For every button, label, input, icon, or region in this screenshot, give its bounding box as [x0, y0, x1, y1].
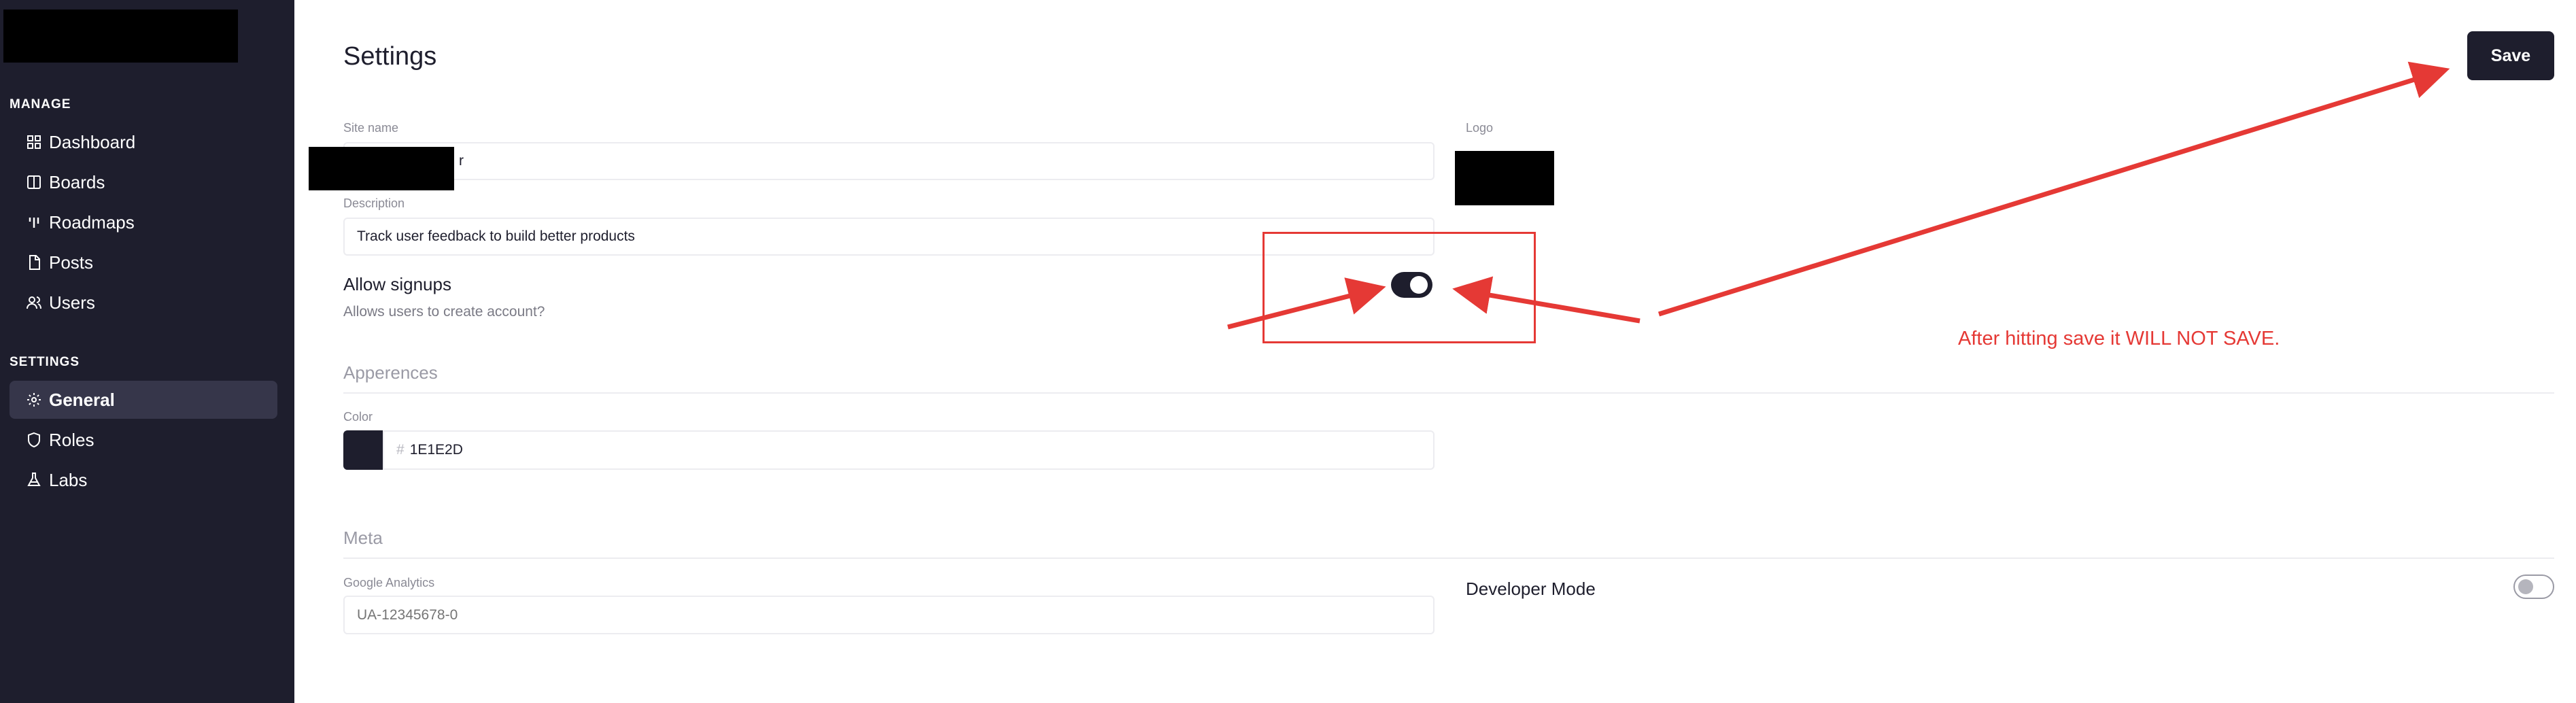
arrow-right-to-toggle [1452, 276, 1641, 324]
annotation-note: After hitting save it WILL NOT SAVE. [1958, 328, 2280, 349]
arrow-to-save-button [1658, 61, 2450, 317]
arrow-left-to-toggle [1227, 277, 1386, 330]
annotation-arrows [1227, 61, 2450, 330]
